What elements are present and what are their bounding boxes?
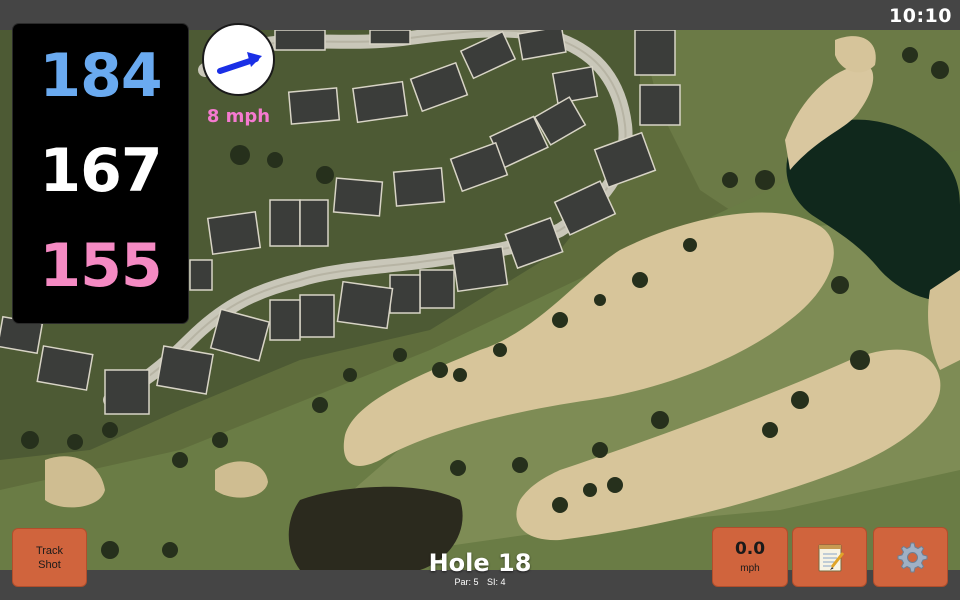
track-shot-button[interactable]: Track Shot [12, 528, 87, 587]
settings-button[interactable] [873, 527, 948, 587]
clock: 10:10 [889, 5, 952, 27]
notes-button[interactable] [792, 527, 867, 587]
stroke-index-label: SI: 4 [487, 577, 506, 587]
wind-gauge-button[interactable]: 0.0 mph [712, 527, 788, 587]
center-green-distance: 167 [39, 136, 162, 206]
notepad-icon [818, 544, 844, 572]
arrow-right-up-icon [217, 52, 262, 74]
back-green-distance: 184 [39, 41, 162, 111]
golf-gps-screen: 10:10 184 167 155 8 mph Track Shot Hole … [0, 0, 960, 600]
track-shot-label-line1: Track [35, 544, 64, 557]
hole-meta: Par: 5 SI: 4 [400, 577, 560, 587]
wind-speed-label: 8 mph [206, 106, 271, 127]
wind-direction-indicator [202, 23, 275, 96]
distance-panel: 184 167 155 [12, 23, 189, 324]
hole-title: Hole 18 [428, 549, 532, 577]
wind-gauge-value: 0.0 [734, 539, 766, 559]
wind-gauge-unit: mph [740, 563, 760, 574]
gear-icon [897, 542, 927, 573]
track-shot-label-line2: Shot [38, 558, 61, 571]
par-label: Par: 5 [454, 577, 479, 587]
front-green-distance: 155 [39, 231, 162, 301]
